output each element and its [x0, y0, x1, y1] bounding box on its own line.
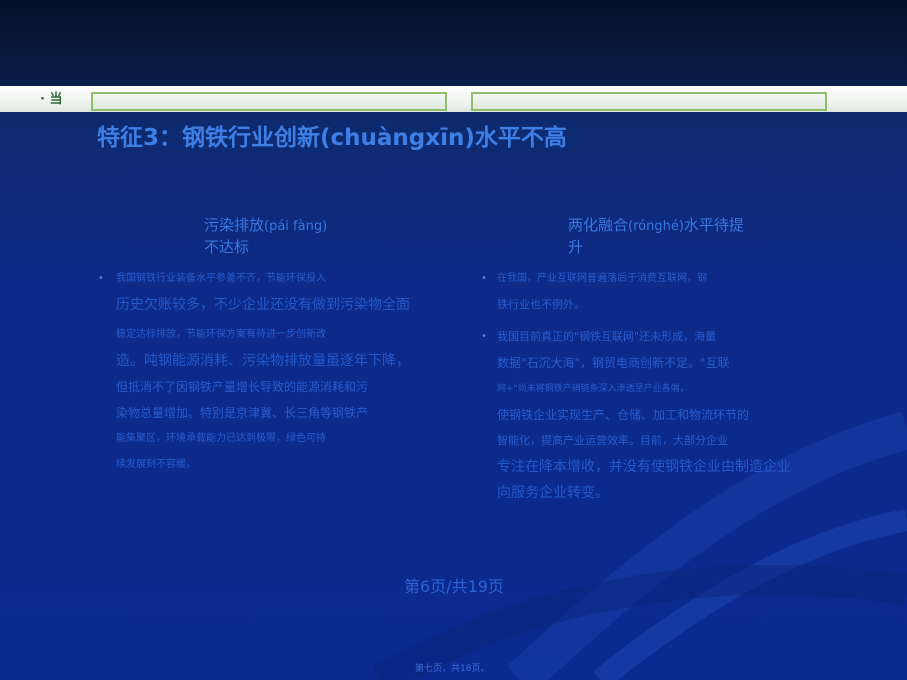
- body-line: 造。吨钢能源消耗、污染物排放量虽逐年下降，: [116, 353, 410, 369]
- bullet-dot-icon: •: [481, 273, 487, 284]
- body-line: 稳定达标排放，节能环保方案有待进一步创新改: [116, 329, 326, 340]
- body-line: 数据"石沉大海"，钢贸电商创新不足。"互联: [497, 356, 730, 370]
- body-line: • 我国目前真正的"钢铁互联网"还未形成，海量: [481, 324, 827, 350]
- bullet-dot-icon: •: [98, 273, 104, 284]
- right-heading-pinyin: (rónghé): [628, 219, 684, 234]
- body-line: 网+"尚未将钢铁产销链条深入渗透至产业各端，: [497, 384, 689, 394]
- body-line: 使钢铁企业实现生产、仓储、加工和物流环节的: [497, 408, 750, 422]
- body-line: • 在我国，产业互联网普遍落后于消费互联网，钢: [481, 266, 827, 292]
- body-line: 智能化，提高产业运营效率。目前，大部分企业: [497, 434, 728, 447]
- left-heading-pinyin: (pái fàng): [264, 219, 328, 234]
- body-line: 向服务企业转变。: [497, 485, 609, 501]
- right-column-body: • 在我国，产业互联网普遍落后于消费互联网，钢 铁行业也不例外。 • 我国目前真正的…: [481, 266, 827, 506]
- left-column-body: • 我国钢铁行业装备水平参差不齐，节能环保投入 历史欠账较多，不少企业还没有做到污…: [98, 266, 466, 478]
- body-line: 能集聚区，环境承载能力已达到极限，绿色可持: [116, 433, 326, 444]
- footer-page-note: 第七页，共18页。: [415, 664, 490, 674]
- body-line: 铁行业也不例外。: [497, 298, 585, 311]
- body-line: 专注在降本增收，并没有使钢铁企业由制造企业: [497, 459, 791, 475]
- body-line: • 我国钢铁行业装备水平参差不齐，节能环保投入: [98, 266, 466, 292]
- header-band-mark: · 当: [40, 92, 63, 107]
- slide-title: 特征3：钢铁行业创新(chuàngxīn)水平不高: [97, 125, 567, 151]
- header-box-left: [91, 92, 447, 111]
- top-dark-header: [0, 0, 907, 86]
- header-box-right: [471, 92, 827, 111]
- right-heading-text-a: 两化融合: [568, 216, 629, 234]
- bullet-dot-icon: •: [481, 331, 487, 342]
- body-line: 染物总量增加。特别是京津冀、长三角等钢铁产: [116, 406, 369, 420]
- body-line: 历史欠账较多，不少企业还没有做到污染物全面: [116, 297, 410, 313]
- right-column-heading: 两化融合(rónghé)水平待提 升: [568, 215, 744, 258]
- body-line: 但抵消不了因钢铁产量增长导致的能源消耗和污: [116, 380, 369, 394]
- right-heading-text-c: 升: [568, 238, 584, 256]
- page-number: 第6页/共19页: [404, 577, 504, 596]
- left-heading-text-a: 污染排放: [204, 216, 265, 234]
- left-column-heading: 污染排放(pái fàng) 不达标: [204, 215, 327, 258]
- right-heading-text-b: 水平待提: [683, 216, 744, 234]
- body-line: 续发展刻不容缓。: [116, 459, 196, 470]
- left-heading-text-b: 不达标: [204, 238, 250, 256]
